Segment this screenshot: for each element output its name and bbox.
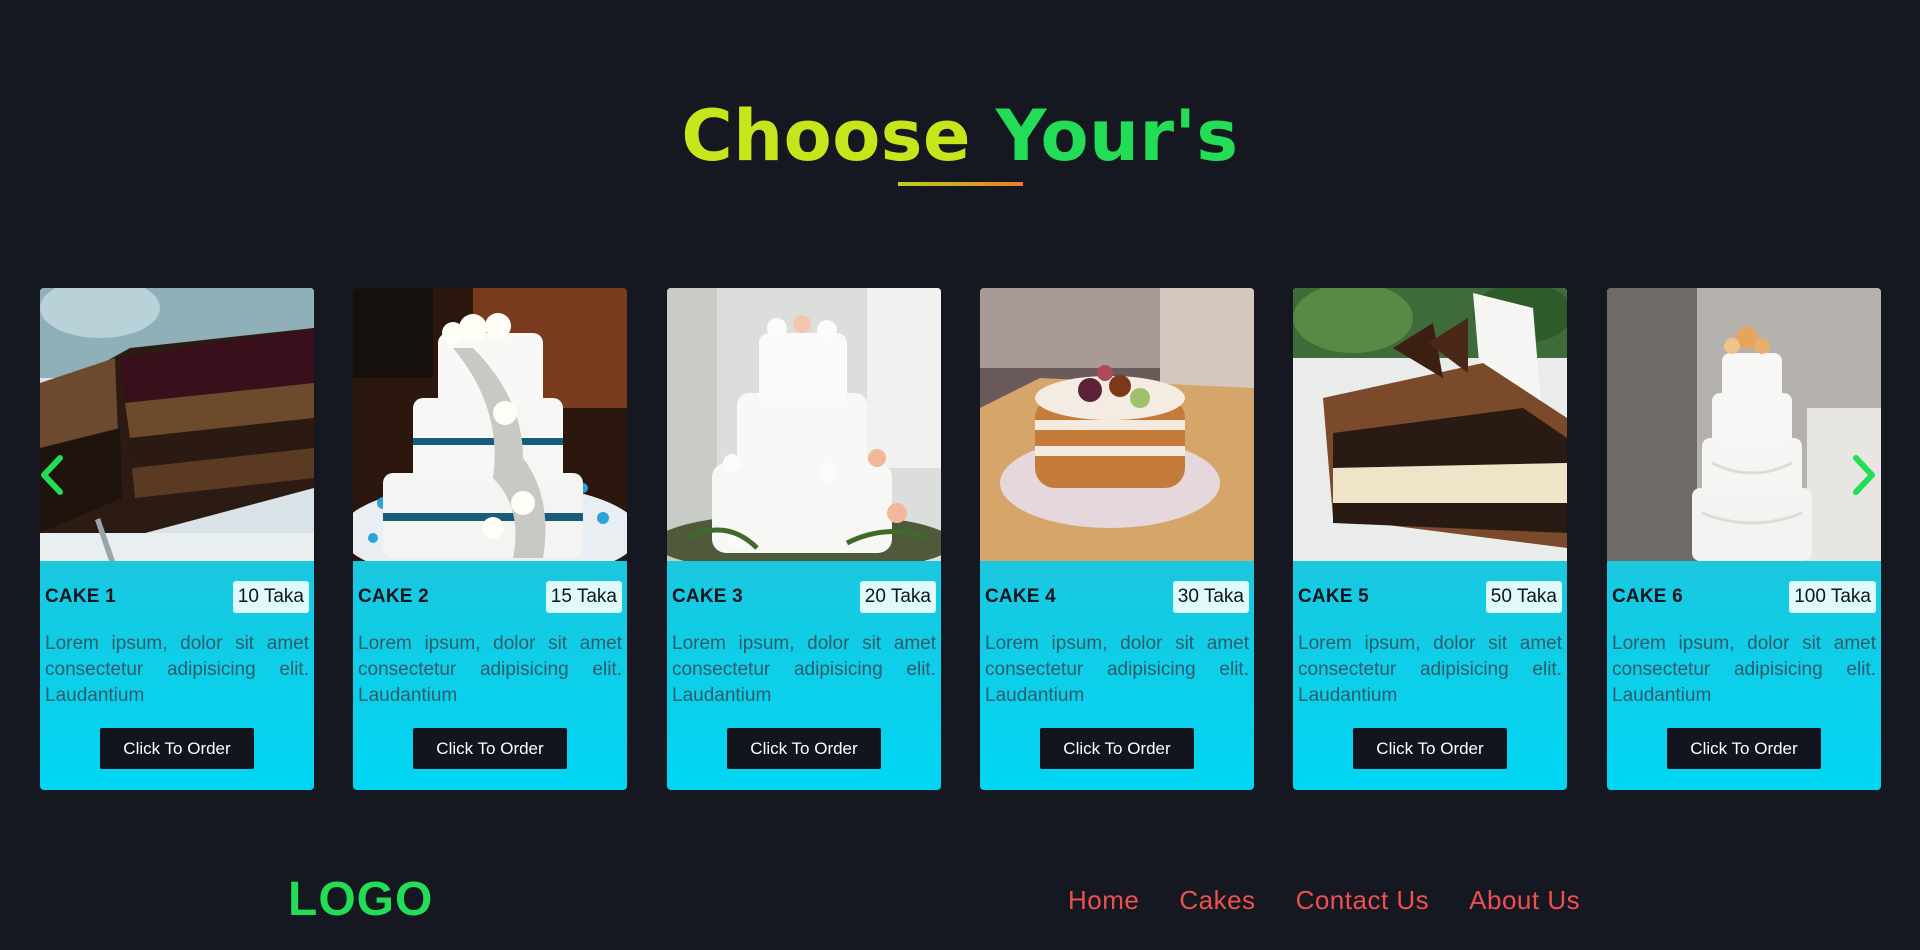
order-button[interactable]: Click To Order xyxy=(727,728,881,769)
cake-image xyxy=(40,288,314,561)
carousel-prev-button[interactable] xyxy=(36,452,66,498)
page: Choose Your's CAKE 1 10 Taka Lorem ipsum… xyxy=(0,0,1920,950)
price-badge: 100 Taka xyxy=(1789,581,1876,613)
white-ruffle-tall-cake-image xyxy=(1607,288,1881,561)
card-title: CAKE 4 xyxy=(985,586,1056,607)
card-description: Lorem ipsum, dolor sit amet consectetur … xyxy=(1298,633,1562,706)
carousel-next-button[interactable] xyxy=(1850,452,1880,498)
chocolate-layer-cake-slice-image xyxy=(40,288,314,561)
heading-word-2: Your's xyxy=(995,95,1239,177)
nav-link-home[interactable]: Home xyxy=(1068,883,1139,917)
nav-link-cakes[interactable]: Cakes xyxy=(1179,883,1255,917)
card-description: Lorem ipsum, dolor sit amet consectetur … xyxy=(358,633,622,706)
cake-carousel: CAKE 1 10 Taka Lorem ipsum, dolor sit am… xyxy=(40,288,1881,790)
order-button[interactable]: Click To Order xyxy=(413,728,567,769)
card-title: CAKE 5 xyxy=(1298,586,1369,607)
cake-image xyxy=(1607,288,1881,561)
heading-word-1: Choose xyxy=(681,95,971,177)
card-title: CAKE 6 xyxy=(1612,586,1683,607)
card-description: Lorem ipsum, dolor sit amet consectetur … xyxy=(1612,633,1876,706)
nav-link-contact-us[interactable]: Contact Us xyxy=(1296,883,1430,917)
card-header: CAKE 2 15 Taka xyxy=(358,581,622,613)
cake-card: CAKE 2 15 Taka Lorem ipsum, dolor sit am… xyxy=(353,288,627,790)
order-button[interactable]: Click To Order xyxy=(100,728,254,769)
footer-logo[interactable]: LOGO xyxy=(288,872,433,928)
white-tiered-wedding-cake-roses-image xyxy=(353,288,627,561)
cake-image xyxy=(353,288,627,561)
card-header: CAKE 3 20 Taka xyxy=(672,581,936,613)
order-button[interactable]: Click To Order xyxy=(1040,728,1194,769)
price-badge: 10 Taka xyxy=(232,581,309,613)
order-button[interactable]: Click To Order xyxy=(1353,728,1507,769)
card-description: Lorem ipsum, dolor sit amet consectetur … xyxy=(672,633,936,706)
heading-underline xyxy=(898,182,1023,186)
nav-link-about-us[interactable]: About Us xyxy=(1469,883,1580,917)
section-heading: Choose Your's xyxy=(0,96,1920,176)
naked-fruit-cake-image xyxy=(980,288,1254,561)
footer-nav: Home Cakes Contact Us About Us xyxy=(1068,883,1620,917)
card-title: CAKE 2 xyxy=(358,586,429,607)
card-header: CAKE 4 30 Taka xyxy=(985,581,1249,613)
card-description: Lorem ipsum, dolor sit amet consectetur … xyxy=(985,633,1249,706)
card-description: Lorem ipsum, dolor sit amet consectetur … xyxy=(45,633,309,706)
cake-card: CAKE 6 100 Taka Lorem ipsum, dolor sit a… xyxy=(1607,288,1881,790)
card-title: CAKE 3 xyxy=(672,586,743,607)
card-title: CAKE 1 xyxy=(45,586,116,607)
cake-card: CAKE 1 10 Taka Lorem ipsum, dolor sit am… xyxy=(40,288,314,790)
cake-image xyxy=(980,288,1254,561)
chevron-left-icon xyxy=(41,455,63,495)
chocolate-mousse-cake-slice-image xyxy=(1293,288,1567,561)
cake-card: CAKE 3 20 Taka Lorem ipsum, dolor sit am… xyxy=(667,288,941,790)
card-header: CAKE 5 50 Taka xyxy=(1298,581,1562,613)
order-button[interactable]: Click To Order xyxy=(1667,728,1821,769)
price-badge: 20 Taka xyxy=(859,581,936,613)
card-header: CAKE 6 100 Taka xyxy=(1612,581,1876,613)
card-header: CAKE 1 10 Taka xyxy=(45,581,309,613)
chevron-right-icon xyxy=(1853,455,1875,495)
price-badge: 50 Taka xyxy=(1485,581,1562,613)
price-badge: 15 Taka xyxy=(545,581,622,613)
price-badge: 30 Taka xyxy=(1172,581,1249,613)
cake-image xyxy=(1293,288,1567,561)
cake-card: CAKE 5 50 Taka Lorem ipsum, dolor sit am… xyxy=(1293,288,1567,790)
three-tier-floral-wedding-cake-image xyxy=(667,288,941,561)
cake-image xyxy=(667,288,941,561)
cake-card: CAKE 4 30 Taka Lorem ipsum, dolor sit am… xyxy=(980,288,1254,790)
